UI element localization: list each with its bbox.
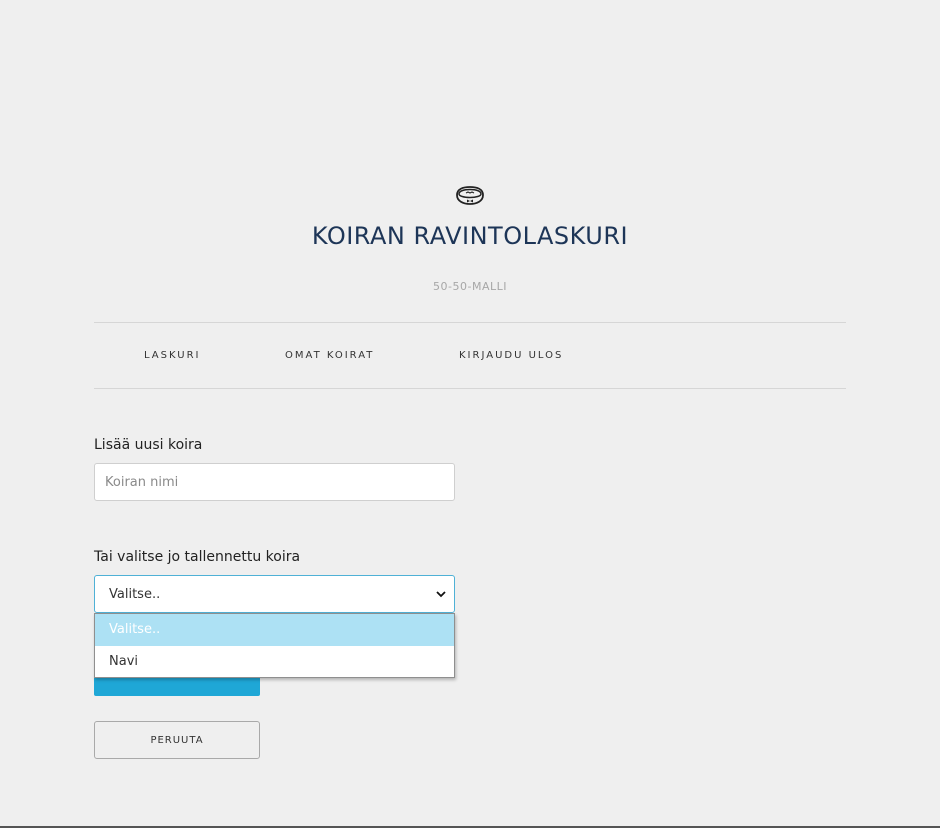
saved-dog-select[interactable]: Valitse.. <box>94 575 455 613</box>
dog-bowl-icon <box>456 186 484 205</box>
app-subtitle: 50-50-MALLI <box>433 280 507 293</box>
choose-dog-label: Tai valitse jo tallennettu koira <box>94 549 301 565</box>
select-dropdown-list: Valitse.. Navi <box>94 613 455 678</box>
dog-name-input[interactable] <box>94 463 455 501</box>
cancel-button[interactable]: PERUUTA <box>94 721 260 759</box>
select-value: Valitse.. <box>109 587 161 602</box>
chevron-down-icon <box>436 591 446 598</box>
select-option-navi[interactable]: Navi <box>95 646 454 678</box>
app-title: KOIRAN RAVINTOLASKURI <box>311 222 629 250</box>
select-option-valitse[interactable]: Valitse.. <box>95 614 454 646</box>
nav-link-laskuri[interactable]: LASKURI <box>144 350 201 361</box>
nav-link-logout[interactable]: KIRJAUDU ULOS <box>459 350 563 361</box>
nav-link-omat-koirat[interactable]: OMAT KOIRAT <box>285 350 374 361</box>
nav-divider-bottom <box>94 388 846 389</box>
nav-divider-top <box>94 322 846 323</box>
add-dog-label: Lisää uusi koira <box>94 437 203 453</box>
